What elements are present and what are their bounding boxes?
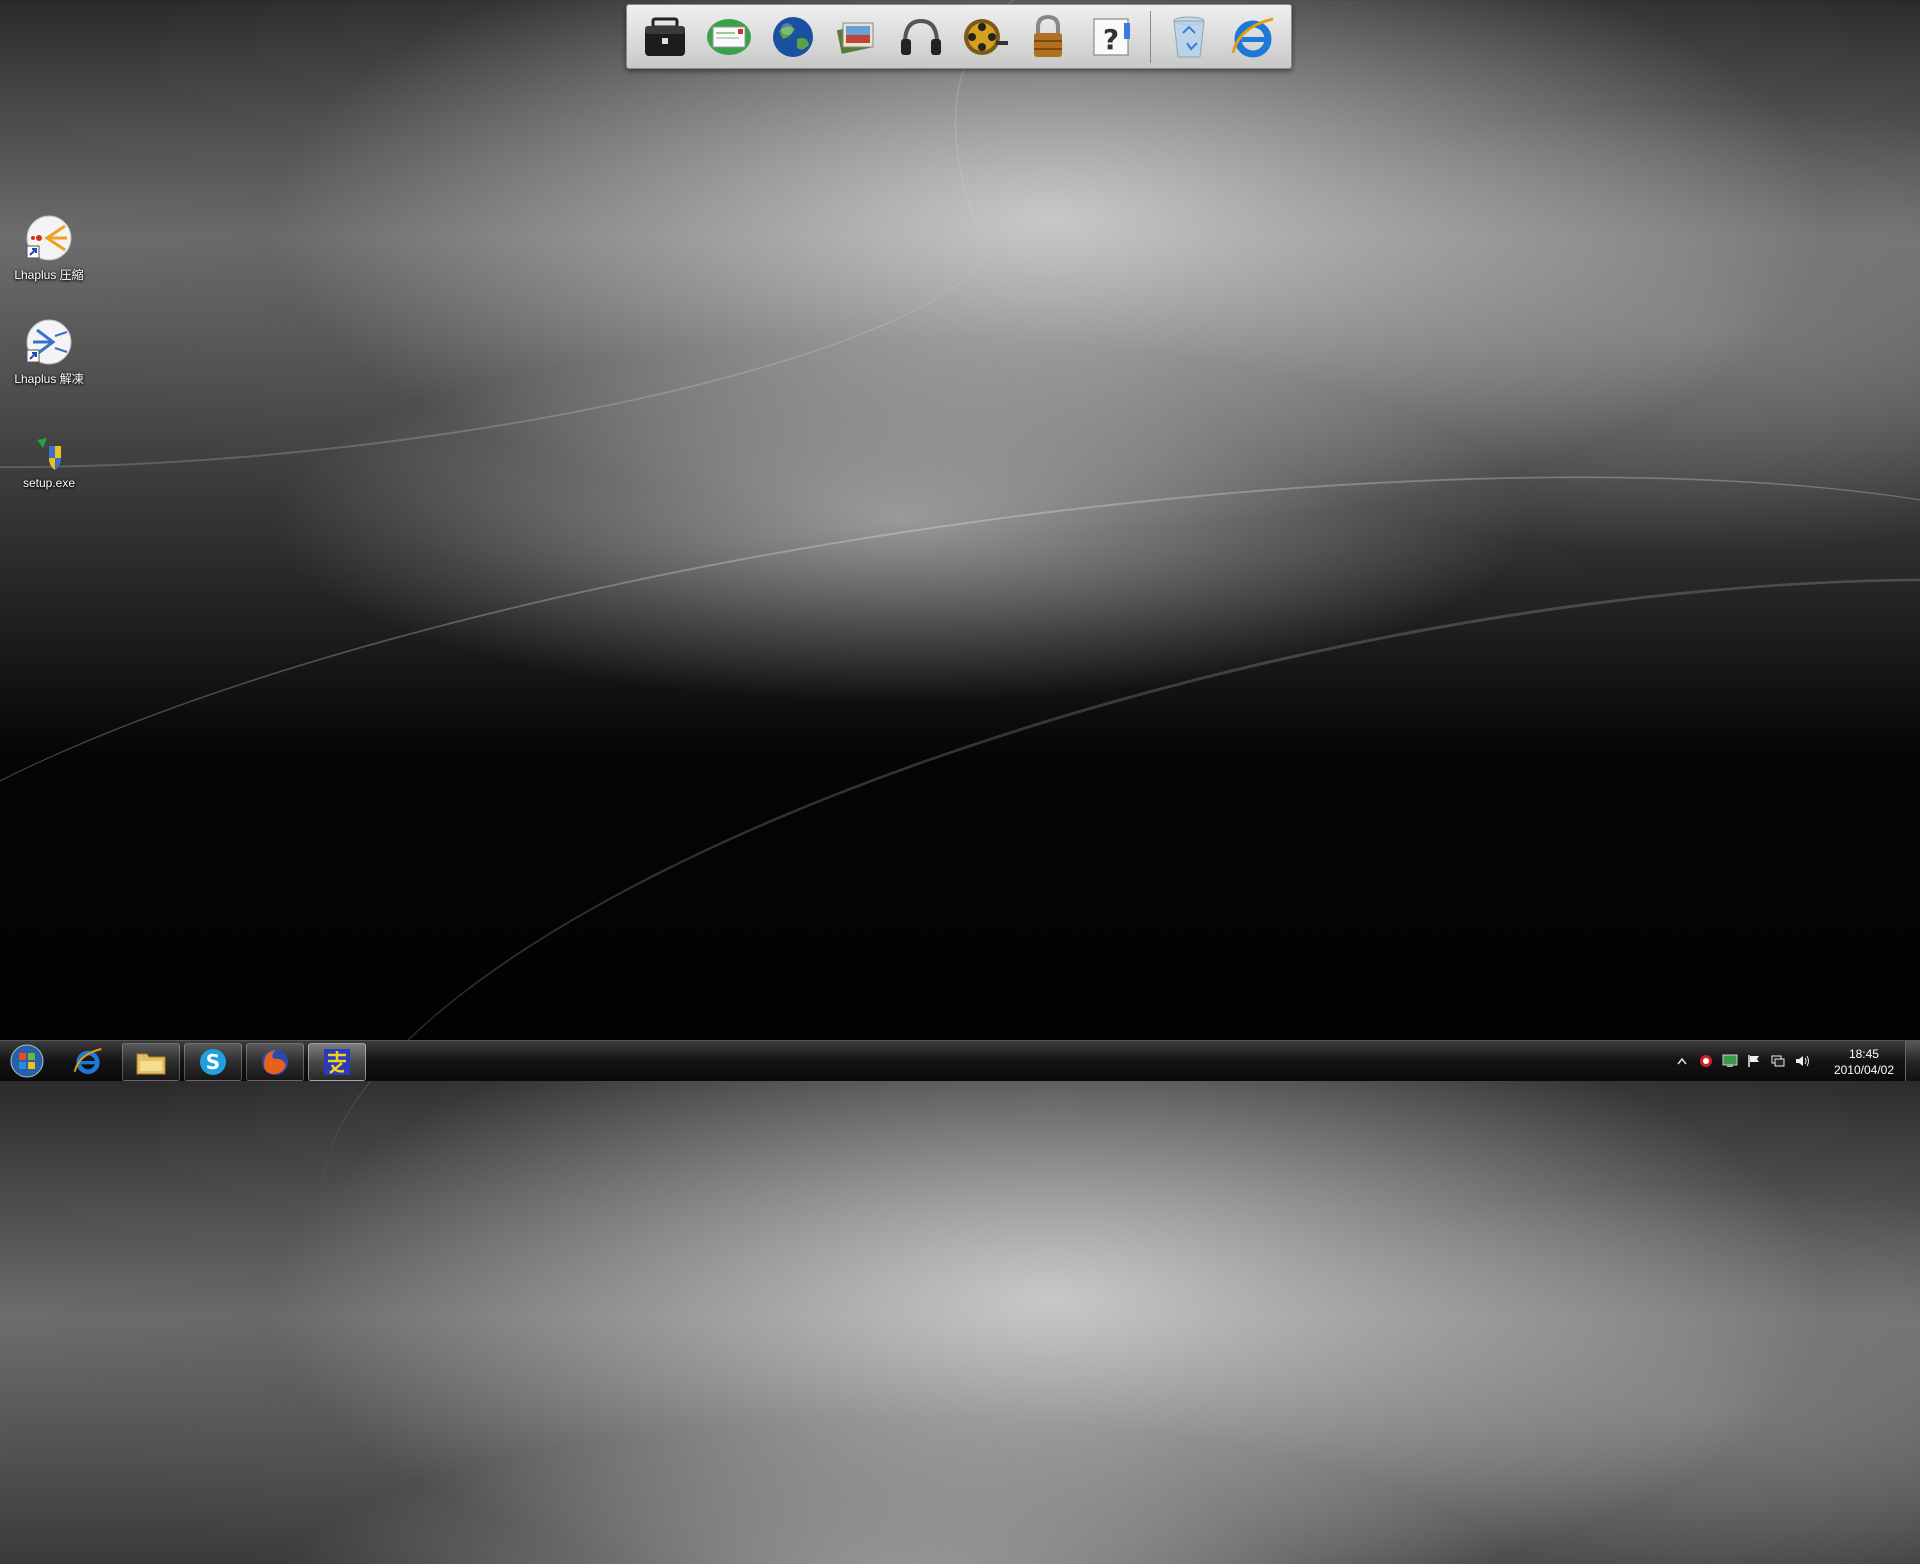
recycle-bin-icon [1173, 16, 1205, 57]
svg-text:?: ? [1103, 23, 1119, 56]
dock-film[interactable] [957, 9, 1013, 65]
taskbar-firefox[interactable] [246, 1043, 304, 1081]
mail-icon [706, 18, 751, 55]
globe-icon [772, 16, 813, 57]
svg-text:S: S [206, 1050, 220, 1074]
desktop-icon-label: Lhaplus 圧縮 [14, 268, 84, 282]
briefcase-icon [644, 17, 685, 56]
headphones-icon [900, 18, 941, 55]
setup-shield-icon [37, 438, 61, 470]
dock-headphones[interactable] [893, 9, 949, 65]
system-tray [1670, 1041, 1814, 1081]
volume-icon[interactable] [1794, 1053, 1810, 1069]
lhaplus-extract-icon [26, 319, 72, 365]
help-icon: ? [1093, 18, 1131, 56]
desktop-icon-label: setup.exe [22, 476, 76, 490]
desktop-icon-lhaplus-extract[interactable]: Lhaplus 解凍 [4, 318, 94, 387]
wallpaper-wave [0, 77, 1012, 525]
app-dock: ? [626, 4, 1292, 69]
taskbar-internet-explorer[interactable] [60, 1043, 116, 1079]
display-icon[interactable] [1722, 1053, 1738, 1069]
padlock-icon [1034, 14, 1063, 57]
wallpaper-wave [0, 355, 1920, 1247]
photos-icon [836, 22, 874, 54]
folder-icon [136, 1053, 166, 1075]
clock-time: 18:45 [1848, 1047, 1879, 1061]
wallpaper-wave [250, 418, 1920, 1564]
start-orb-icon [10, 1044, 44, 1078]
desktop-icon-label: Lhaplus 解凍 [14, 372, 84, 386]
dock-globe[interactable] [765, 9, 821, 65]
dock-help[interactable]: ? [1084, 9, 1140, 65]
dock-briefcase[interactable] [637, 9, 693, 65]
taskbar-explorer[interactable] [122, 1043, 180, 1081]
taskbar-skype[interactable]: S [184, 1043, 242, 1081]
action-center-flag-icon[interactable] [1746, 1053, 1762, 1069]
skype-icon: S [200, 1049, 226, 1075]
desktop-icon-lhaplus-compress[interactable]: Lhaplus 圧縮 [4, 214, 94, 283]
dock-photos[interactable] [829, 9, 885, 65]
wallpaper-wave [838, 0, 1864, 754]
dock-internet-explorer[interactable] [1225, 9, 1281, 65]
dock-recycle-bin[interactable] [1161, 9, 1217, 65]
desktop-icon-setup-exe[interactable]: setup.exe [4, 436, 94, 490]
film-reel-icon [964, 18, 1009, 55]
lhaplus-compress-icon [26, 215, 72, 261]
security-icon[interactable] [1698, 1053, 1714, 1069]
dock-lock[interactable] [1020, 9, 1076, 65]
dock-mail[interactable] [701, 9, 757, 65]
taskbar-hidemaru[interactable] [308, 1043, 366, 1081]
hidemaru-editor-icon [324, 1049, 350, 1075]
dock-separator [1150, 10, 1152, 63]
show-hidden-icons-arrow[interactable] [1674, 1053, 1690, 1069]
network-icon[interactable] [1770, 1053, 1786, 1069]
taskbar: S 18:45 2010/04/02 [0, 1040, 1920, 1081]
start-button[interactable] [4, 1043, 50, 1079]
internet-explorer-icon [73, 1048, 102, 1074]
internet-explorer-icon [1231, 17, 1274, 57]
firefox-icon [262, 1049, 288, 1075]
taskbar-clock[interactable]: 18:45 2010/04/02 [1834, 1046, 1894, 1078]
show-desktop-button[interactable] [1905, 1041, 1920, 1081]
clock-date: 2010/04/02 [1833, 1063, 1894, 1077]
